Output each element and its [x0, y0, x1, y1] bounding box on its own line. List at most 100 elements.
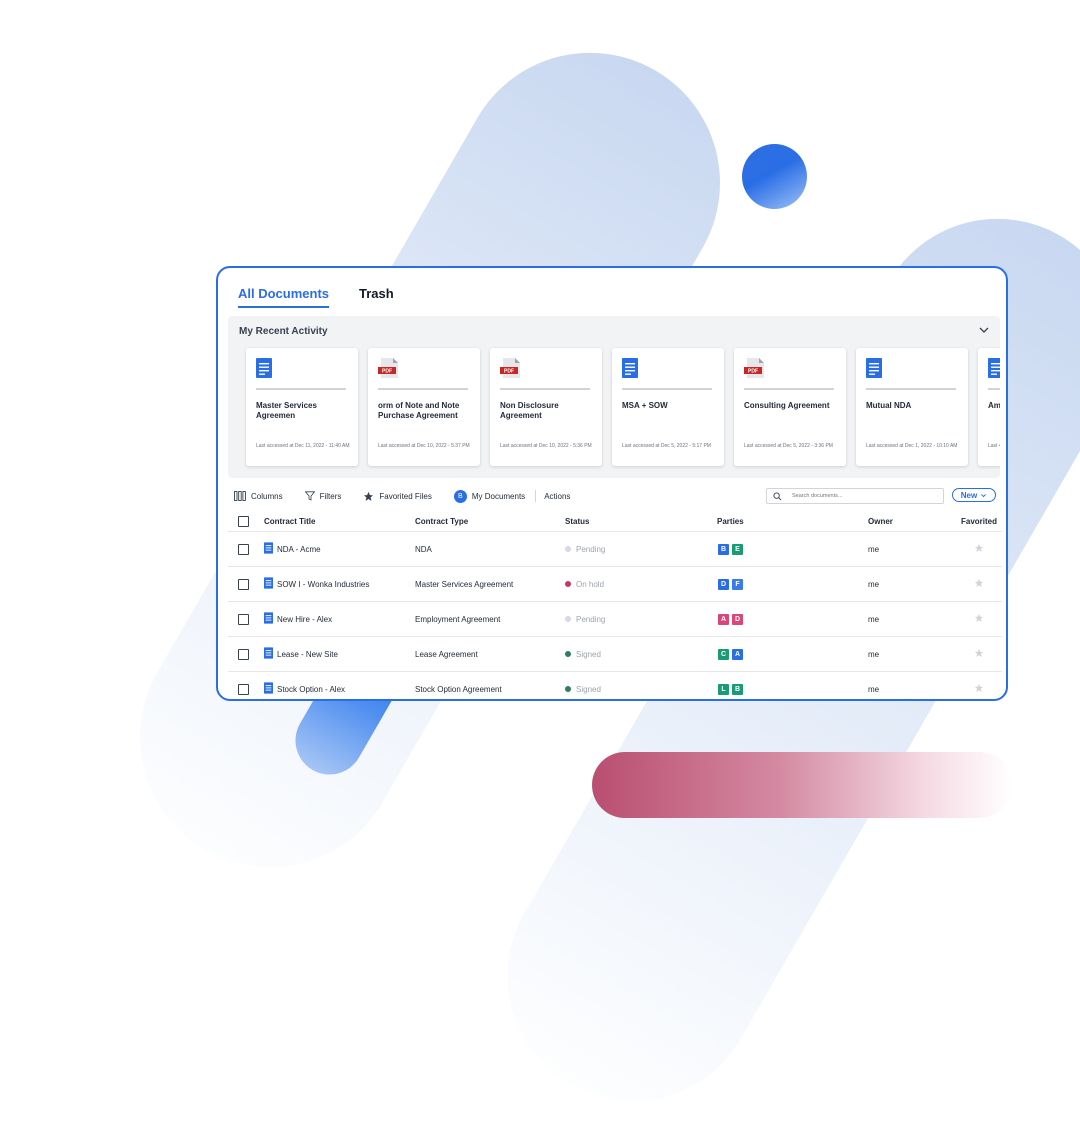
filters-label: Filters [319, 491, 342, 501]
table-row[interactable]: New Hire - Alex Employment Agreement Pendi… [228, 602, 1002, 637]
favorited-files-label: Favorited Files [379, 491, 432, 501]
parties-list: LB [717, 682, 868, 696]
pdf-icon: PDF [500, 358, 520, 378]
table-row[interactable]: SOW I - Wonka Industries Master Services … [228, 567, 1002, 602]
contract-title[interactable]: SOW I - Wonka Industries [277, 580, 369, 589]
actions-label: Actions [544, 491, 571, 501]
contract-type: Master Services Agreement [415, 579, 514, 589]
party-avatar[interactable]: C [717, 647, 730, 661]
party-avatar[interactable]: D [731, 612, 744, 626]
favorite-star-icon[interactable] [974, 683, 984, 695]
favorite-star-icon[interactable] [974, 613, 984, 625]
documents-window: All Documents Trash My Recent Activity M… [216, 266, 1008, 701]
header-contract-type[interactable]: Contract Type [415, 517, 565, 526]
recent-card[interactable]: Am Not Last 4:55 [978, 348, 1000, 466]
recent-card[interactable]: PDF Non Disclosure Agreement Last accessed… [490, 348, 602, 466]
favorite-star-icon[interactable] [974, 543, 984, 555]
card-divider [988, 388, 1000, 390]
actions-button[interactable]: Actions [544, 492, 570, 501]
recent-card[interactable]: Master Services Agreemen Last accessed at… [246, 348, 358, 466]
tab-trash[interactable]: Trash [359, 286, 394, 308]
card-last-accessed: Last accessed at Dec 10, 2022 - 5:36 PM [500, 443, 592, 449]
doc-icon [866, 358, 882, 378]
pdf-icon: PDF [744, 358, 764, 378]
header-owner[interactable]: Owner [868, 517, 956, 526]
card-last-accessed: Last accessed at Dec 5, 2022 - 5:17 PM [622, 443, 711, 449]
doc-icon [264, 647, 273, 661]
party-avatar[interactable]: B [731, 682, 744, 696]
party-avatar[interactable]: A [731, 647, 744, 661]
filters-button[interactable]: Filters [304, 491, 342, 501]
doc-icon [256, 358, 272, 378]
new-button[interactable]: New [952, 488, 996, 502]
card-last-accessed: Last accessed at Dec 10, 2022 - 5:37 PM [378, 443, 470, 449]
row-checkbox[interactable] [238, 648, 249, 660]
party-avatar[interactable]: E [731, 542, 744, 556]
status-dot [565, 581, 571, 587]
header-parties[interactable]: Parties [717, 517, 868, 526]
my-documents-button[interactable]: B My Documents [453, 489, 526, 503]
row-checkbox[interactable] [238, 543, 249, 555]
owner: me [868, 684, 880, 694]
columns-button[interactable]: Columns [234, 491, 283, 501]
contract-title[interactable]: Stock Option - Alex [277, 685, 345, 694]
recent-card[interactable]: Mutual NDA Last accessed at Dec 1, 2022 -… [856, 348, 968, 466]
parties-list: BE [717, 542, 868, 556]
row-checkbox[interactable] [238, 578, 249, 590]
search-input[interactable] [792, 493, 932, 499]
contract-type: NDA [415, 544, 432, 554]
my-documents-label: My Documents [471, 491, 526, 501]
row-checkbox[interactable] [238, 613, 249, 625]
recent-card[interactable]: PDF Consulting Agreement Last accessed at … [734, 348, 846, 466]
select-all-checkbox[interactable] [238, 515, 249, 527]
parties-list: DF [717, 577, 868, 591]
contract-type: Employment Agreement [415, 614, 501, 624]
recent-activity-title: My Recent Activity [239, 326, 328, 337]
party-avatar[interactable]: D [717, 577, 730, 591]
party-avatar[interactable]: B [717, 542, 730, 556]
parties-list: AD [717, 612, 868, 626]
party-avatar[interactable]: A [717, 612, 730, 626]
header-contract-title[interactable]: Contract Title [264, 517, 415, 526]
party-avatar[interactable]: L [717, 682, 730, 696]
toolbar-divider [535, 490, 537, 502]
chevron-down-icon[interactable] [978, 324, 990, 336]
card-divider [378, 388, 468, 390]
owner: me [868, 649, 880, 659]
card-last-accessed: Last 4:55 [988, 443, 1000, 449]
search-box[interactable] [766, 488, 944, 504]
contract-type: Stock Option Agreement [415, 684, 502, 694]
recent-card[interactable]: MSA + SOW Last accessed at Dec 5, 2022 - … [612, 348, 724, 466]
svg-text:PDF: PDF [748, 369, 758, 375]
table-row[interactable]: NDA - Acme NDA Pending B Eme [228, 532, 1002, 567]
status-dot [565, 686, 571, 692]
card-last-accessed: Last accessed at Dec 1, 2022 - 10:10 AM [866, 443, 958, 449]
recent-card[interactable]: PDF orm of Note and Note Purchase Agreeme… [368, 348, 480, 466]
favorited-files-button[interactable]: Favorited Files [363, 491, 432, 502]
table-body: NDA - Acme NDA Pending B Eme SOW I - Wonka In… [228, 532, 1002, 699]
header-status[interactable]: Status [565, 517, 717, 526]
new-button-label: New [960, 490, 978, 500]
card-divider [744, 388, 834, 390]
card-title: Mutual NDA [866, 401, 912, 410]
favorite-star-icon[interactable] [974, 648, 984, 660]
contract-title[interactable]: NDA - Acme [277, 545, 321, 554]
contract-title[interactable]: New Hire - Alex [277, 615, 332, 624]
table-row[interactable]: Stock Option - Alex Stock Option Agreemen… [228, 672, 1002, 699]
status-text: Pending [576, 544, 606, 554]
table-row[interactable]: Lease - New Site Lease Agreement Signed C Am… [228, 637, 1002, 672]
card-title: Master Services Agreemen [256, 401, 317, 420]
card-divider [500, 388, 590, 390]
user-avatar-badge: B [453, 489, 467, 503]
columns-label: Columns [251, 491, 283, 501]
columns-icon [234, 491, 246, 501]
card-title: orm of Note and Note Purchase Agreement [378, 401, 460, 420]
decorative-red-pill [592, 752, 1012, 818]
favorite-star-icon[interactable] [974, 578, 984, 590]
party-avatar[interactable]: F [731, 577, 744, 591]
tab-all-documents[interactable]: All Documents [238, 286, 330, 308]
row-checkbox[interactable] [238, 683, 249, 695]
table-toolbar: Columns Filters Favorited Files B My Doc… [234, 488, 592, 504]
contract-title[interactable]: Lease - New Site [277, 650, 338, 659]
header-favorited[interactable]: Favorited [956, 517, 1002, 526]
